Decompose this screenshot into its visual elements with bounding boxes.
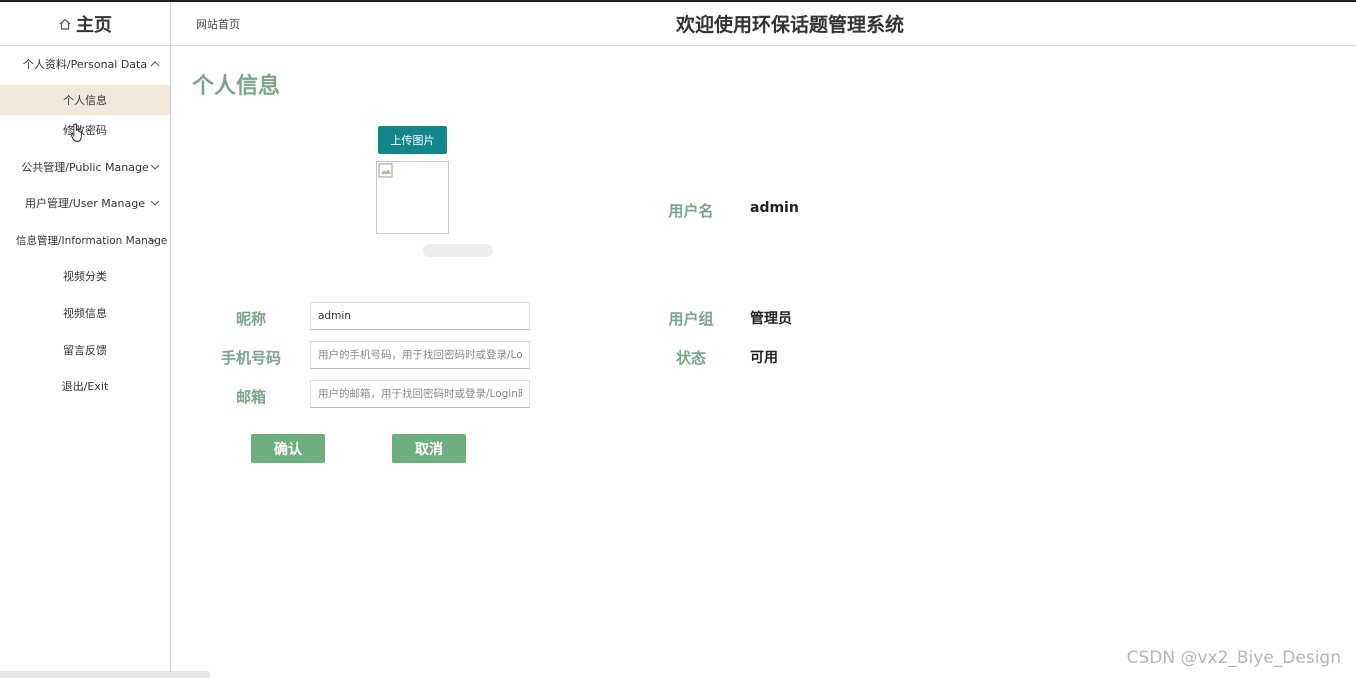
sidebar-group-label: 用户管理/User Manage	[25, 197, 145, 210]
sidebar-item-label: 视频信息	[63, 307, 107, 320]
sidebar-item-label: 留言反馈	[63, 344, 107, 357]
home-link[interactable]: 主页	[0, 2, 171, 46]
hand-cursor-icon	[70, 123, 82, 142]
status-label: 状态	[675, 349, 706, 367]
email-label: 邮箱	[235, 388, 266, 406]
status-value: 可用	[750, 350, 778, 366]
chevron-down-icon	[148, 237, 158, 243]
username-label: 用户名	[668, 202, 714, 220]
sidebar-item-label: 视频分类	[63, 270, 107, 283]
sidebar-item-video-info[interactable]: 视频信息	[0, 298, 170, 328]
site-home-link[interactable]: 网站首页	[196, 16, 240, 32]
sidebar-item-exit[interactable]: 退出/Exit	[0, 371, 170, 401]
chevron-down-icon	[150, 164, 160, 170]
sidebar-group-public-manage[interactable]: 公共管理/Public Manage	[0, 152, 170, 182]
home-label: 主页	[76, 15, 112, 36]
sidebar-item-label: 退出/Exit	[61, 380, 109, 393]
email-field[interactable]	[310, 380, 530, 408]
cancel-button[interactable]: 取消	[392, 434, 466, 463]
upload-progress-bar	[423, 244, 493, 257]
sidebar-item-video-category[interactable]: 视频分类	[0, 261, 170, 291]
sidebar-item-label: 个人信息	[63, 94, 107, 107]
nickname-label: 昵称	[235, 310, 266, 328]
sidebar-group-user-manage[interactable]: 用户管理/User Manage	[0, 188, 170, 218]
broken-image-icon	[378, 163, 393, 178]
chevron-down-icon	[150, 200, 160, 206]
sidebar-group-label: 信息管理/Information Manage	[16, 234, 168, 247]
watermark: CSDN @vx2_Biye_Design	[1126, 648, 1341, 668]
sidebar-group-information-manage[interactable]: 信息管理/Information Manage	[0, 225, 170, 255]
avatar-image	[376, 161, 449, 234]
upload-image-button[interactable]: 上传图片	[378, 126, 447, 154]
confirm-button[interactable]: 确认	[251, 434, 325, 463]
main-content: 个人信息 上传图片 昵称 手机号码 邮箱 用户名 admin 用户组 管理员 状…	[172, 46, 1356, 678]
sidebar-group-label: 个人资料/Personal Data	[22, 58, 148, 71]
sidebar: 个人资料/Personal Data 个人信息 修改密码 公共管理/Public…	[0, 46, 171, 678]
sidebar-group-personal-data[interactable]: 个人资料/Personal Data	[0, 49, 170, 79]
home-icon	[59, 18, 71, 30]
nickname-field[interactable]	[310, 302, 530, 330]
user-group-value: 管理员	[750, 311, 792, 327]
system-title: 欢迎使用环保话题管理系统	[675, 14, 904, 36]
page-title: 个人信息	[192, 74, 281, 99]
username-value: admin	[750, 200, 799, 216]
sidebar-item-personal-info[interactable]: 个人信息	[0, 85, 170, 115]
top-bar: 主页 网站首页 欢迎使用环保话题管理系统	[0, 0, 1356, 46]
user-group-label: 用户组	[668, 310, 714, 328]
sidebar-item-change-password[interactable]: 修改密码	[0, 115, 170, 145]
phone-label: 手机号码	[220, 349, 281, 367]
browser-status-bar	[0, 671, 210, 678]
sidebar-group-label: 公共管理/Public Manage	[21, 161, 149, 174]
sidebar-item-feedback[interactable]: 留言反馈	[0, 335, 170, 365]
phone-field[interactable]	[310, 341, 530, 369]
chevron-up-icon	[150, 61, 160, 67]
